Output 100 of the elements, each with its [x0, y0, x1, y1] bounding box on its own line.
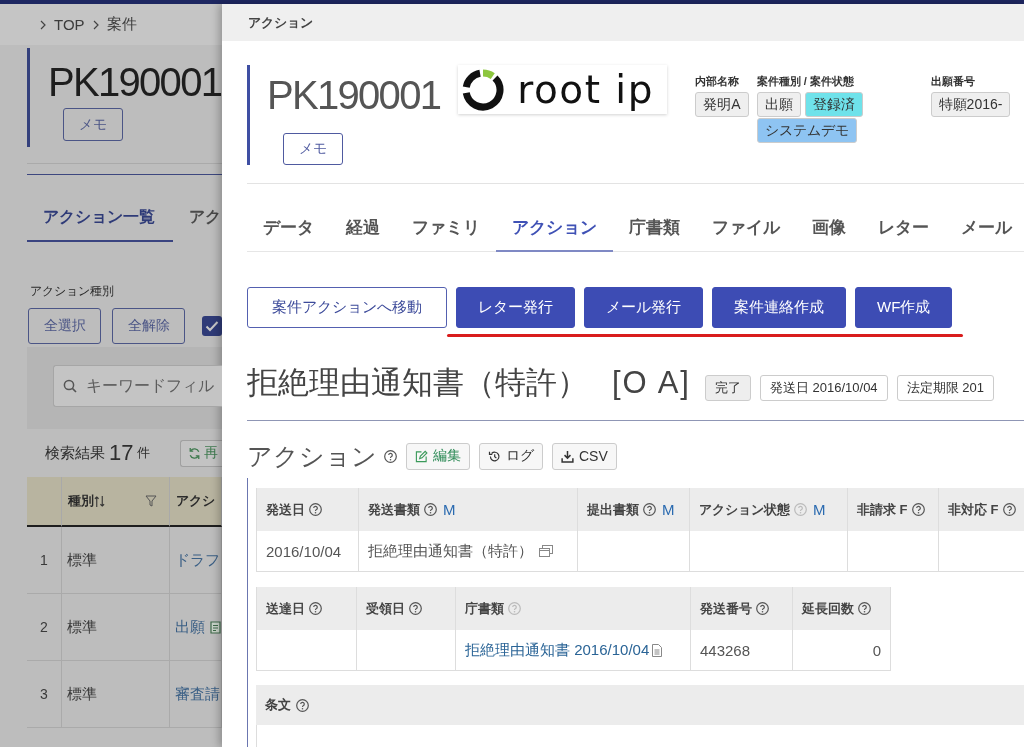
- result-label: 検索結果: [45, 443, 105, 463]
- column-label: アクション状態: [699, 500, 790, 519]
- tab[interactable]: メール: [945, 205, 1024, 252]
- result-unit: 件: [137, 444, 151, 462]
- tab[interactable]: 庁書類: [613, 205, 696, 252]
- checkbox[interactable]: [202, 316, 222, 336]
- chevron-icon: [40, 19, 46, 30]
- action-link[interactable]: ドラフ: [175, 550, 220, 570]
- note-icon[interactable]: [210, 620, 221, 634]
- filter-button[interactable]: 全解除: [112, 308, 185, 344]
- section-label: 条文: [265, 696, 291, 714]
- document-name: 拒絶理由通知書（特許）: [368, 541, 533, 561]
- download-icon: [561, 449, 574, 463]
- action-button[interactable]: 案件アクションへ移動: [247, 287, 447, 328]
- search-icon: [63, 379, 77, 393]
- ring-icon: [461, 67, 506, 112]
- marker-link[interactable]: M: [443, 501, 456, 518]
- row-number: 2: [27, 594, 62, 661]
- tag: 登録済: [804, 92, 863, 117]
- field-label: 内部名称: [695, 74, 740, 88]
- field-label: 出願番号: [930, 74, 975, 88]
- result-count: 17: [109, 440, 134, 466]
- tab[interactable]: アクション: [496, 205, 613, 252]
- tool-button[interactable]: ログ: [479, 442, 543, 470]
- breadcrumb-link[interactable]: TOP: [54, 16, 85, 33]
- column-header: [27, 477, 62, 527]
- row-number: 3: [27, 661, 62, 728]
- tag: システムデモ: [756, 118, 857, 143]
- logo-text: root ip: [517, 66, 654, 113]
- column-label: 非対応 F: [948, 500, 999, 519]
- action-button[interactable]: 案件連絡作成: [712, 287, 846, 328]
- tab[interactable]: 画像: [796, 205, 862, 252]
- info-badge: 発送日 2016/10/04: [759, 375, 888, 401]
- dialog-title: アクション: [248, 13, 313, 32]
- memo-button[interactable]: メモ: [63, 108, 123, 141]
- memo-button[interactable]: メモ: [283, 133, 343, 165]
- help-icon[interactable]: [296, 698, 309, 712]
- row-number: 1: [27, 527, 62, 594]
- column-label: 庁書類: [465, 599, 504, 618]
- help-icon[interactable]: [384, 449, 397, 463]
- help-icon[interactable]: [756, 602, 769, 615]
- tab[interactable]: ファミリ: [396, 205, 496, 252]
- copy-icon[interactable]: [539, 545, 553, 557]
- column-label: 提出書類: [587, 500, 639, 519]
- info-badge: 完了: [704, 375, 751, 401]
- column-label: 延長回数: [802, 599, 854, 618]
- sort-icon[interactable]: [94, 494, 105, 508]
- tag: 発明A: [695, 92, 749, 117]
- help-icon[interactable]: [858, 602, 871, 615]
- document-code: [O A]: [612, 365, 691, 401]
- tab[interactable]: 経過: [330, 205, 396, 252]
- column-header[interactable]: 種別: [62, 477, 170, 527]
- help-icon[interactable]: [409, 602, 422, 615]
- tool-button[interactable]: 編集: [406, 442, 470, 470]
- document-icon[interactable]: [652, 643, 663, 657]
- refresh-icon: [188, 446, 201, 460]
- column-label: 発送日: [266, 500, 305, 519]
- column-label: 送達日: [266, 599, 305, 618]
- table-cell: 443268: [691, 630, 793, 671]
- column-label: 発送書類: [368, 500, 420, 519]
- column-header[interactable]: アクシ: [170, 477, 222, 527]
- chevron-icon: [92, 19, 99, 30]
- action-button[interactable]: メール発行: [584, 287, 703, 328]
- document-link[interactable]: 拒絶理由通知書 2016/10/04: [465, 640, 650, 660]
- table-cell: 標準: [62, 527, 170, 594]
- action-link[interactable]: 出願: [175, 617, 205, 637]
- column-label: アクシ: [176, 492, 215, 510]
- case-number: PK190001: [48, 59, 222, 105]
- help-icon[interactable]: [643, 503, 656, 516]
- filter-icon[interactable]: [145, 495, 157, 507]
- help-icon[interactable]: [309, 503, 322, 516]
- history-icon: [488, 449, 501, 463]
- search-field[interactable]: キーワードフィル: [53, 365, 222, 407]
- marker-link[interactable]: M: [813, 501, 826, 518]
- table-cell: 標準: [62, 594, 170, 661]
- column-label: 受領日: [366, 599, 405, 618]
- tab[interactable]: レター: [862, 205, 945, 252]
- edit-icon: [415, 449, 428, 463]
- field-label: 案件種別 / 案件状態: [756, 74, 854, 88]
- action-button[interactable]: レター発行: [456, 287, 575, 328]
- help-icon[interactable]: [309, 602, 322, 615]
- action-button[interactable]: WF作成: [855, 287, 953, 328]
- filter-button[interactable]: 全選択: [28, 308, 101, 344]
- action-link[interactable]: 審査請: [175, 684, 220, 704]
- help-icon[interactable]: [1002, 503, 1016, 516]
- breadcrumb-link[interactable]: 案件: [106, 15, 137, 34]
- help-icon[interactable]: [424, 503, 437, 516]
- tab[interactable]: アクション一覧: [27, 195, 173, 242]
- tab[interactable]: ファイル: [696, 205, 796, 252]
- tab[interactable]: データ: [247, 205, 330, 252]
- info-badge: 法定期限 201: [896, 375, 994, 401]
- tab[interactable]: アク: [173, 195, 222, 242]
- column-label: 発送番号: [700, 599, 752, 618]
- tool-button[interactable]: CSV: [552, 442, 617, 470]
- case-number: PK190001: [267, 72, 441, 118]
- table-cell: 標準: [62, 661, 170, 728]
- marker-link[interactable]: M: [662, 501, 675, 518]
- table-cell: 0: [793, 630, 891, 671]
- document-title: 拒絶理由通知書（特許）: [247, 364, 588, 402]
- help-icon[interactable]: [911, 503, 925, 516]
